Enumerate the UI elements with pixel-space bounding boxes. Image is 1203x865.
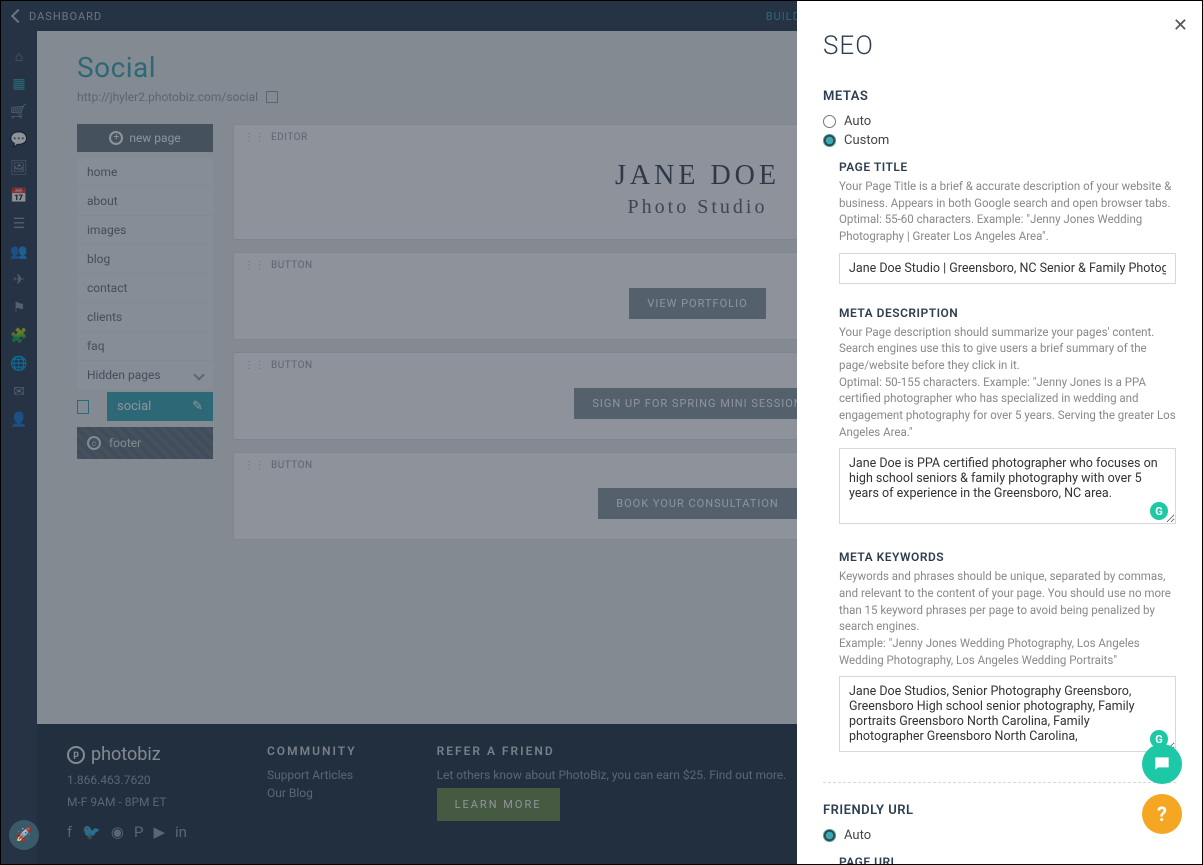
footer-socials: f 🐦 ◉ P ▶ in [67, 823, 187, 841]
page-item-footer[interactable]: c footer [77, 427, 213, 459]
send-icon[interactable]: ✈ [10, 271, 28, 289]
rocket-fab[interactable]: 🚀 [9, 820, 39, 850]
signup-session-button[interactable]: SIGN UP FOR SPRING MINI SESSION [574, 388, 820, 419]
page-url-heading: PAGE URL [839, 855, 1176, 864]
mail-icon[interactable]: ✉ [10, 383, 28, 401]
friendly-url-heading: FRIENDLY URL [823, 803, 1176, 818]
social-label: social [117, 399, 151, 414]
list-icon[interactable]: ☰ [10, 215, 28, 233]
left-rail: ⌂ ▦ 🛒 💬 🖼 📅 ☰ 👥 ✈ ⚑ 🧩 🌐 ✉ 👤 [1, 31, 37, 864]
new-page-button[interactable]: + new page [77, 124, 213, 152]
chat-fab[interactable] [1142, 744, 1182, 784]
footer-phone: 1.866.463.7620 [67, 773, 187, 787]
facebook-icon[interactable]: f [67, 823, 72, 841]
grip-icon[interactable]: ⋮⋮ [244, 260, 265, 271]
image-icon[interactable]: 🖼 [10, 159, 28, 177]
instagram-icon[interactable]: ◉ [111, 823, 124, 841]
page-item-images[interactable]: images [77, 216, 213, 244]
twitter-icon[interactable]: 🐦 [82, 823, 101, 841]
linkedin-icon[interactable]: in [175, 823, 187, 841]
refer-heading: REFER A FRIEND [437, 744, 787, 758]
cart-icon[interactable]: 🛒 [10, 103, 28, 121]
help-fab[interactable]: ? [1142, 794, 1182, 834]
page-item-home[interactable]: home [77, 158, 213, 186]
page-item-blog[interactable]: blog [77, 245, 213, 273]
pencil-icon: ✎ [192, 399, 203, 414]
pages-icon[interactable]: ▦ [10, 75, 28, 93]
page-item-clients[interactable]: clients [77, 303, 213, 331]
friendly-auto-radio[interactable]: Auto [823, 828, 1176, 843]
hidden-pages-label: Hidden pages [87, 368, 161, 382]
globe-icon[interactable]: 🌐 [10, 355, 28, 373]
brand-icon: p [67, 746, 85, 764]
users-icon[interactable]: 👥 [10, 243, 28, 261]
book-consultation-button[interactable]: BOOK YOUR CONSULTATION [598, 488, 797, 519]
page-title-help: Your Page Title is a brief & accurate de… [839, 178, 1176, 245]
new-page-label: new page [129, 131, 180, 145]
community-link-support[interactable]: Support Articles [267, 768, 357, 782]
button-block-label: BUTTON [271, 260, 313, 271]
home-icon[interactable]: ⌂ [10, 47, 28, 65]
learn-more-button[interactable]: LEARN MORE [437, 788, 560, 821]
meta-desc-input[interactable] [839, 448, 1176, 524]
page-url-text: http://jhyler2.photobiz.com/social [77, 90, 258, 104]
user-icon[interactable]: 👤 [10, 411, 28, 429]
chevron-left-icon [11, 9, 25, 23]
divider [823, 782, 1176, 783]
calendar-icon[interactable]: 📅 [10, 187, 28, 205]
hidden-pages-toggle[interactable]: Hidden pages [77, 361, 213, 389]
page-list: + new page home about images blog contac… [77, 124, 213, 540]
metas-auto-radio[interactable]: Auto [823, 114, 1176, 129]
copyright-icon: c [87, 436, 101, 450]
metas-custom-radio[interactable]: Custom [823, 133, 1176, 148]
footer-hours: M-F 9AM - 8PM ET [67, 795, 187, 809]
button-block-label: BUTTON [271, 360, 313, 371]
community-link-blog[interactable]: Our Blog [267, 786, 357, 800]
dashboard-label: DASHBOARD [29, 10, 102, 23]
editor-block-label: EDITOR [271, 132, 308, 143]
seo-title: SEO [823, 31, 1176, 61]
view-portfolio-button[interactable]: VIEW PORTFOLIO [629, 288, 765, 319]
close-icon[interactable]: ✕ [1173, 15, 1188, 36]
community-heading: COMMUNITY [267, 744, 357, 758]
grip-icon[interactable]: ⋮⋮ [244, 360, 265, 371]
page-title-heading: PAGE TITLE [839, 160, 1176, 174]
chat-icon[interactable]: 💬 [10, 131, 28, 149]
external-link-icon[interactable] [266, 91, 278, 103]
page-item-faq[interactable]: faq [77, 332, 213, 360]
page-item-contact[interactable]: contact [77, 274, 213, 302]
puzzle-icon[interactable]: 🧩 [10, 327, 28, 345]
footer-label: footer [109, 436, 141, 450]
meta-desc-help: Your Page description should summarize y… [839, 324, 1176, 441]
grip-icon[interactable]: ⋮⋮ [244, 132, 265, 143]
plus-icon: + [109, 131, 123, 145]
meta-keywords-help: Keywords and phrases should be unique, s… [839, 568, 1176, 668]
button-block-label: BUTTON [271, 460, 313, 471]
brand-name: photobiz [91, 744, 161, 765]
seo-panel: ✕ SEO METAS Auto Custom PAGE TITLE Your … [797, 1, 1202, 864]
meta-desc-heading: META DESCRIPTION [839, 306, 1176, 320]
brand-logo[interactable]: p photobiz [67, 744, 187, 765]
back-to-dashboard[interactable]: DASHBOARD [1, 10, 114, 23]
pinterest-icon[interactable]: P [134, 823, 143, 841]
page-item-about[interactable]: about [77, 187, 213, 215]
meta-keywords-input[interactable] [839, 676, 1176, 752]
page-item-social[interactable]: social ✎ [107, 392, 213, 421]
youtube-icon[interactable]: ▶ [153, 823, 165, 841]
metas-heading: METAS [823, 89, 1176, 104]
chevron-down-icon [193, 369, 204, 380]
flag-icon[interactable]: ⚑ [10, 299, 28, 317]
doc-icon [77, 400, 89, 414]
refer-text: Let others know about PhotoBiz, you can … [437, 768, 787, 782]
page-title-input[interactable] [839, 253, 1176, 284]
grip-icon[interactable]: ⋮⋮ [244, 460, 265, 471]
meta-keywords-heading: META KEYWORDS [839, 550, 1176, 564]
